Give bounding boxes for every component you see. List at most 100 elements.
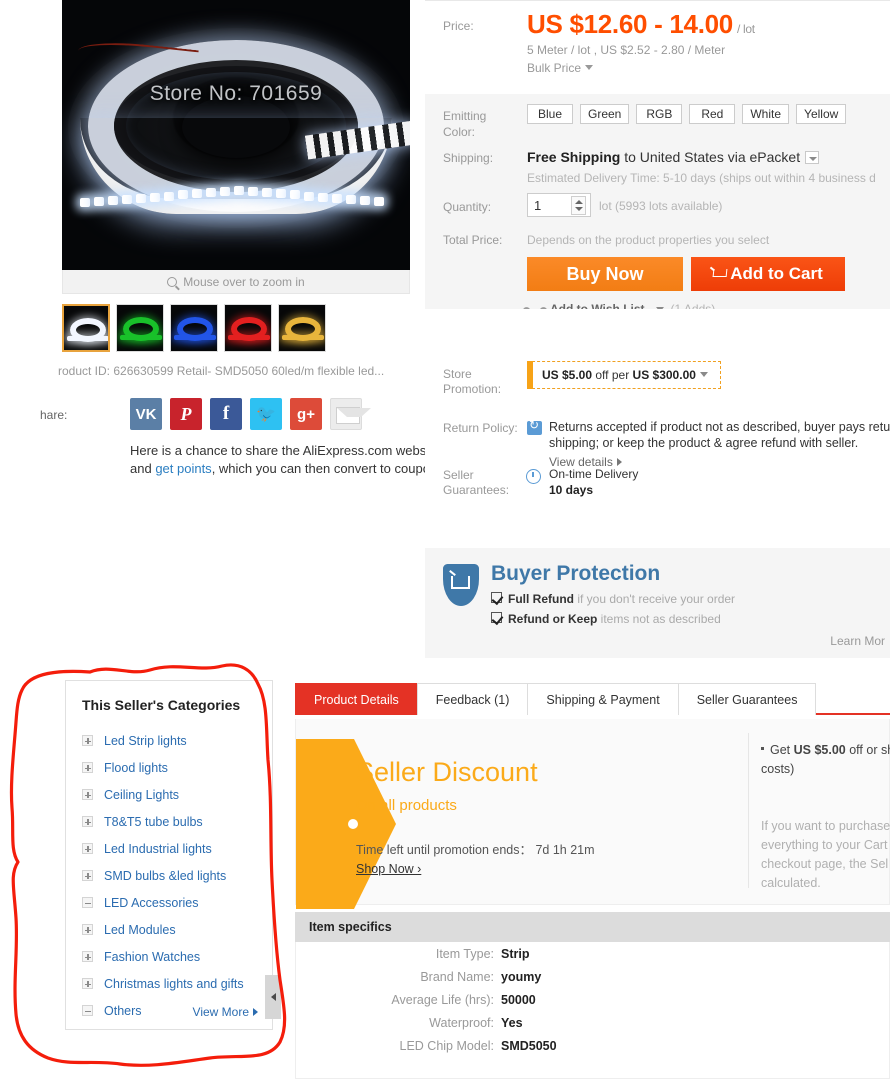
share-icon-list[interactable]: VK P f 🐦 g+ [130,398,371,430]
category-item[interactable]: Led Modules [82,916,262,943]
discount-note-text: If you want to purchase everything to yo… [761,819,890,890]
add-to-cart-button[interactable]: Add to Cart [691,257,845,291]
category-label: SMD bulbs &led lights [104,868,227,883]
category-list[interactable]: Led Strip lights Flood lights Ceiling Ligh… [82,727,262,1024]
free-shipping-text: Free Shipping [527,149,621,165]
sidebar-collapse-toggle[interactable] [265,975,281,1019]
spec-row: LED Chip Model: SMD5050 [296,1034,889,1057]
color-option-rgb[interactable]: RGB [636,104,683,124]
thumbnail-green[interactable] [116,304,164,352]
twitter-icon[interactable]: 🐦 [250,398,282,430]
plus-icon[interactable] [82,951,93,962]
category-item[interactable]: Flood lights [82,754,262,781]
thumbnail-red[interactable] [224,304,272,352]
store-promotion-badge[interactable]: US $5.00 off per US $300.00 [527,361,721,389]
discount-rule-text: Get US $5.00 off or shipping costs) [761,741,890,779]
quantity-stepper[interactable]: 1 [527,193,591,217]
product-tabs[interactable]: Product Details Feedback (1) Shipping & Pa… [295,683,890,715]
email-icon[interactable] [330,398,371,430]
plus-icon[interactable] [82,762,93,773]
shipping-dropdown-icon[interactable] [805,151,820,164]
thumbnail-blue[interactable] [170,304,218,352]
led-dot [206,188,216,198]
plus-icon[interactable] [82,924,93,935]
price-unit: / lot [736,22,755,36]
tab-feedback-1[interactable]: Feedback (1) [416,683,529,715]
plus-icon[interactable] [82,789,93,800]
return-policy-text: Returns accepted if product not as descr… [549,420,890,450]
main-product-image[interactable]: Store No: 701659 [62,0,410,270]
plus-icon[interactable] [82,816,93,827]
view-more-link[interactable]: View More [193,1005,258,1019]
category-item[interactable]: T8&T5 tube bulbs [82,808,262,835]
led-dot [374,197,384,206]
plus-icon[interactable] [82,978,93,989]
category-item[interactable]: LED Accessories [82,889,262,916]
store-number-watermark: Store No: 701659 [149,82,323,105]
category-item[interactable]: Ceiling Lights [82,781,262,808]
category-item[interactable]: Christmas lights and gifts [82,970,262,997]
plus-icon[interactable] [82,870,93,881]
led-dot [360,195,370,205]
seller-categories-sidebar: This Seller's Categories Led Strip light… [65,680,273,1030]
share-description: Here is a chance to share the AliExpress… [130,442,455,478]
chevron-left-icon [270,993,276,1001]
color-option-blue[interactable]: Blue [527,104,573,124]
color-option-red[interactable]: Red [689,104,736,124]
item-specifics-table: Item Type: Strip Brand Name: youmy Average L… [295,942,890,1079]
buyer-protection-title: Buyer Protection [491,562,661,585]
category-label: Christmas lights and gifts [104,976,244,991]
minus-icon[interactable] [82,1005,93,1016]
vk-icon[interactable]: VK [130,398,162,430]
minus-icon[interactable] [82,897,93,908]
led-dot [304,191,314,201]
color-option-white[interactable]: White [742,104,790,124]
category-item[interactable]: SMD bulbs &led lights [82,862,262,889]
quantity-spinner-icon[interactable] [571,196,586,215]
quantity-input[interactable]: 1 [534,198,541,213]
seller-discount-title: Seller Discount [356,757,538,787]
thumbnail-warm-white[interactable] [278,304,326,352]
shop-now-link[interactable]: Shop Now › [356,862,421,876]
sidebar-title: This Seller's Categories [82,697,241,713]
view-more-label: View More [192,1005,249,1019]
price-amount: US $12.60 - 14.00 [527,9,733,39]
plus-icon[interactable] [82,735,93,746]
category-item[interactable]: Led Strip lights [82,727,262,754]
emitting-color-label: Emitting Color: [443,109,487,139]
add-to-cart-label: Add to Cart [730,264,823,283]
bp-item1-rest: if you don't receive your order [574,592,736,606]
google-plus-icon[interactable]: g+ [290,398,322,430]
shipping-estimate: Estimated Delivery Time: 5-10 days (ship… [527,171,876,185]
tab-product-details[interactable]: Product Details [295,683,418,715]
buyer-protection-panel: Buyer Protection Full Refund if you don'… [425,548,890,658]
tab-seller-guarantees[interactable]: Seller Guarantees [677,683,817,715]
discount-rule-pre: Get [770,743,794,757]
category-label: LED Accessories [104,895,199,910]
buyer-protection-item: Refund or Keep items not as described [491,612,721,626]
spec-key: Item Type: [435,946,494,961]
learn-more-link[interactable]: Learn Mor [830,634,885,648]
tab-shipping-payment[interactable]: Shipping & Payment [527,683,679,715]
zoom-hint[interactable]: Mouse over to zoom in [62,270,410,294]
color-option-yellow[interactable]: Yellow [796,104,847,124]
category-item[interactable]: Fashion Watches [82,943,262,970]
plus-icon[interactable] [82,843,93,854]
color-option-green[interactable]: Green [580,104,630,124]
thumbnail-white[interactable] [62,304,110,352]
product-id-line: roduct ID: 626630599 Retail- SMD5050 60l… [58,364,385,378]
emitting-color-options[interactable]: Blue Green RGB Red White Yellow [527,104,847,124]
pinterest-icon[interactable]: P [170,398,202,430]
get-points-link[interactable]: get points [155,461,211,476]
tab-label: Seller Guarantees [696,692,798,707]
facebook-icon[interactable]: f [210,398,242,430]
category-label: Fashion Watches [104,949,201,964]
category-label: Led Modules [104,922,176,937]
bulk-price-label: Bulk Price [527,61,582,75]
thumbnail-strip[interactable] [62,304,326,352]
category-item[interactable]: Led Industrial lights [82,835,262,862]
buy-now-button[interactable]: Buy Now [527,257,683,291]
promo-mid-text: off per [592,368,633,382]
bulk-price-toggle[interactable]: Bulk Price [527,61,594,75]
check-icon [491,612,502,623]
